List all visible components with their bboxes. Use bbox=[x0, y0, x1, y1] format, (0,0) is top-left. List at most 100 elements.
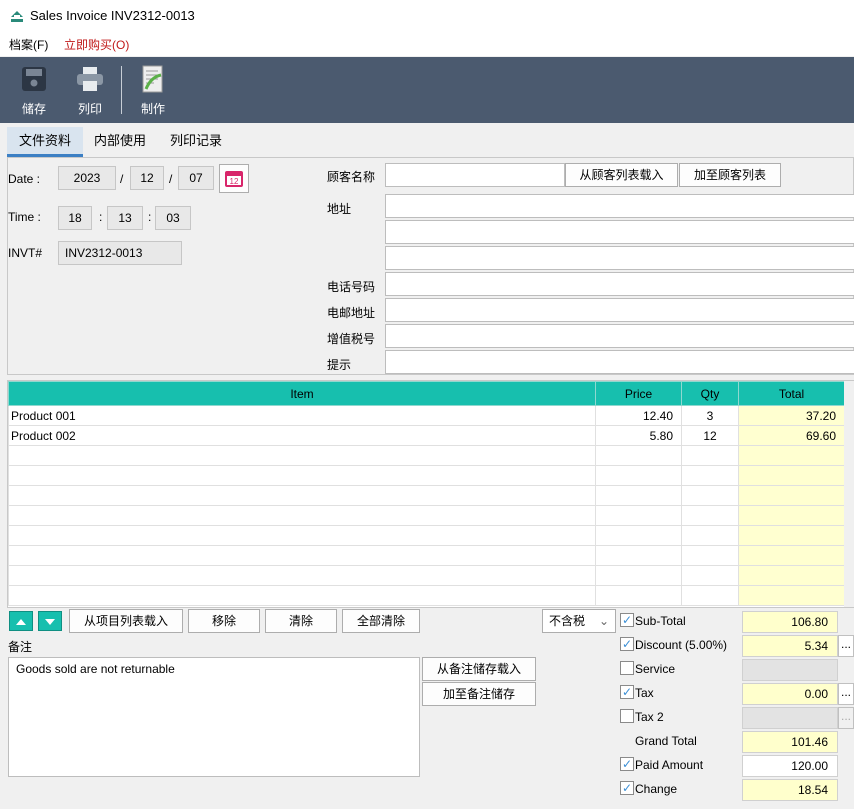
cell-item[interactable]: Product 002 bbox=[8, 425, 596, 446]
cell-qty[interactable] bbox=[681, 525, 739, 546]
table-row[interactable] bbox=[8, 565, 845, 586]
column-header-item[interactable]: Item bbox=[8, 381, 596, 406]
cell-total[interactable] bbox=[738, 545, 845, 566]
cell-item[interactable] bbox=[8, 525, 596, 546]
move-down-button[interactable] bbox=[38, 611, 62, 631]
second-field[interactable]: 03 bbox=[155, 206, 191, 230]
remarks-textarea[interactable]: Goods sold are not returnable bbox=[8, 657, 420, 777]
cell-qty[interactable] bbox=[681, 485, 739, 506]
table-row[interactable] bbox=[8, 585, 845, 606]
sub-total-checkbox[interactable]: ✓ bbox=[620, 613, 634, 627]
tab-print-log[interactable]: 列印记录 bbox=[158, 127, 234, 157]
service-checkbox[interactable] bbox=[620, 661, 634, 675]
tax-checkbox[interactable]: ✓ bbox=[620, 685, 634, 699]
remove-button[interactable]: 移除 bbox=[188, 609, 260, 633]
cell-item[interactable] bbox=[8, 565, 596, 586]
clear-all-button[interactable]: 全部清除 bbox=[342, 609, 420, 633]
tax-2-checkbox[interactable] bbox=[620, 709, 634, 723]
month-field[interactable]: 12 bbox=[130, 166, 164, 190]
address-line-1-input[interactable] bbox=[385, 194, 854, 218]
table-row[interactable] bbox=[8, 505, 845, 526]
add-to-customer-list-button[interactable]: 加至顾客列表 bbox=[679, 163, 781, 187]
print-button[interactable]: 列印 bbox=[63, 57, 117, 123]
cell-total[interactable] bbox=[738, 505, 845, 526]
items-grid[interactable]: Item Price Qty Total Product 001 12.40 3 37… bbox=[7, 380, 854, 608]
move-up-button[interactable] bbox=[9, 611, 33, 631]
cell-qty[interactable] bbox=[681, 465, 739, 486]
vat-number-input[interactable] bbox=[385, 324, 854, 348]
table-row[interactable]: Product 002 5.80 12 69.60 bbox=[8, 425, 845, 446]
cell-total[interactable] bbox=[738, 465, 845, 486]
table-row[interactable] bbox=[8, 465, 845, 486]
cell-item[interactable] bbox=[8, 545, 596, 566]
load-from-customer-list-button[interactable]: 从顾客列表载入 bbox=[565, 163, 678, 187]
clear-button[interactable]: 清除 bbox=[265, 609, 337, 633]
table-row[interactable] bbox=[8, 525, 845, 546]
minute-field[interactable]: 13 bbox=[107, 206, 143, 230]
cell-total[interactable]: 69.60 bbox=[738, 425, 845, 446]
year-field[interactable]: 2023 bbox=[58, 166, 116, 190]
menu-file[interactable]: 档案(F) bbox=[9, 36, 48, 53]
add-to-remarks-store-button[interactable]: 加至备注储存 bbox=[422, 682, 536, 706]
cell-price[interactable] bbox=[595, 445, 682, 466]
cell-price[interactable] bbox=[595, 565, 682, 586]
make-button[interactable]: 制作 bbox=[126, 57, 180, 123]
tax-mode-select[interactable]: 不含税 ⌄ bbox=[542, 609, 616, 633]
cell-price[interactable] bbox=[595, 505, 682, 526]
load-from-item-list-button[interactable]: 从项目列表载入 bbox=[69, 609, 183, 633]
tax-2-options-button[interactable]: ... bbox=[838, 707, 854, 729]
table-row[interactable] bbox=[8, 485, 845, 506]
note-input[interactable] bbox=[385, 350, 854, 374]
cell-qty[interactable] bbox=[681, 505, 739, 526]
address-line-3-input[interactable] bbox=[385, 246, 854, 270]
save-button[interactable]: 储存 bbox=[7, 57, 61, 123]
cell-price[interactable] bbox=[595, 525, 682, 546]
cell-qty[interactable]: 3 bbox=[681, 405, 739, 426]
cell-total[interactable] bbox=[738, 565, 845, 586]
column-header-total[interactable]: Total bbox=[738, 381, 845, 406]
change-checkbox[interactable]: ✓ bbox=[620, 781, 634, 795]
calendar-button[interactable]: 12 bbox=[219, 164, 249, 193]
cell-qty[interactable]: 12 bbox=[681, 425, 739, 446]
table-row[interactable] bbox=[8, 545, 845, 566]
day-field[interactable]: 07 bbox=[178, 166, 214, 190]
column-header-price[interactable]: Price bbox=[595, 381, 682, 406]
email-input[interactable] bbox=[385, 298, 854, 322]
cell-total[interactable]: 37.20 bbox=[738, 405, 845, 426]
customer-name-input[interactable] bbox=[385, 163, 565, 187]
tab-document-info[interactable]: 文件资料 bbox=[7, 127, 84, 157]
table-row[interactable]: Product 001 12.40 3 37.20 bbox=[8, 405, 845, 426]
cell-price[interactable] bbox=[595, 465, 682, 486]
discount-5-00-options-button[interactable]: ... bbox=[838, 635, 854, 657]
cell-item[interactable] bbox=[8, 585, 596, 606]
cell-item[interactable]: Product 001 bbox=[8, 405, 596, 426]
cell-qty[interactable] bbox=[681, 585, 739, 606]
phone-input[interactable] bbox=[385, 272, 854, 296]
column-header-qty[interactable]: Qty bbox=[681, 381, 739, 406]
cell-item[interactable] bbox=[8, 465, 596, 486]
cell-total[interactable] bbox=[738, 485, 845, 506]
table-row[interactable] bbox=[8, 445, 845, 466]
hour-field[interactable]: 18 bbox=[58, 206, 92, 230]
paid-amount-checkbox[interactable]: ✓ bbox=[620, 757, 634, 771]
paid-amount-value[interactable]: 120.00 bbox=[742, 755, 838, 777]
cell-price[interactable] bbox=[595, 585, 682, 606]
cell-price[interactable]: 12.40 bbox=[595, 405, 682, 426]
cell-qty[interactable] bbox=[681, 545, 739, 566]
cell-total[interactable] bbox=[738, 525, 845, 546]
cell-item[interactable] bbox=[8, 445, 596, 466]
cell-item[interactable] bbox=[8, 485, 596, 506]
cell-price[interactable] bbox=[595, 545, 682, 566]
tax-options-button[interactable]: ... bbox=[838, 683, 854, 705]
discount-5-00-checkbox[interactable]: ✓ bbox=[620, 637, 634, 651]
tab-internal-use[interactable]: 内部使用 bbox=[82, 127, 158, 157]
cell-qty[interactable] bbox=[681, 565, 739, 586]
grid-scrollbar[interactable] bbox=[844, 381, 854, 607]
cell-total[interactable] bbox=[738, 445, 845, 466]
address-line-2-input[interactable] bbox=[385, 220, 854, 244]
menu-buy-now[interactable]: 立即购买(O) bbox=[64, 36, 129, 53]
load-from-remarks-store-button[interactable]: 从备注储存载入 bbox=[422, 657, 536, 681]
cell-total[interactable] bbox=[738, 585, 845, 606]
cell-item[interactable] bbox=[8, 505, 596, 526]
cell-qty[interactable] bbox=[681, 445, 739, 466]
